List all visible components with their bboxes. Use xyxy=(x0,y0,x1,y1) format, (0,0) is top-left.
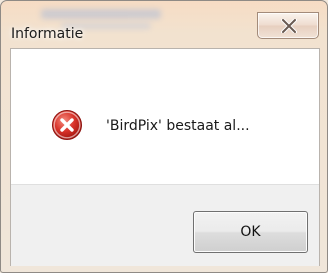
message-text: 'BirdPix' bestaat al... xyxy=(106,118,250,134)
dialog-window: Informatie 'BirdPix' bestaat al... OK xyxy=(0,0,328,273)
close-button[interactable] xyxy=(257,12,319,39)
dialog-content: 'BirdPix' bestaat al... OK xyxy=(10,48,320,266)
ok-button[interactable]: OK xyxy=(193,211,308,253)
button-area: OK xyxy=(11,184,319,266)
message-area: 'BirdPix' bestaat al... xyxy=(11,49,319,184)
error-icon xyxy=(52,110,82,140)
window-title: Informatie xyxy=(11,26,84,42)
title-bar[interactable]: Informatie xyxy=(1,1,327,47)
close-x-icon xyxy=(281,19,297,33)
